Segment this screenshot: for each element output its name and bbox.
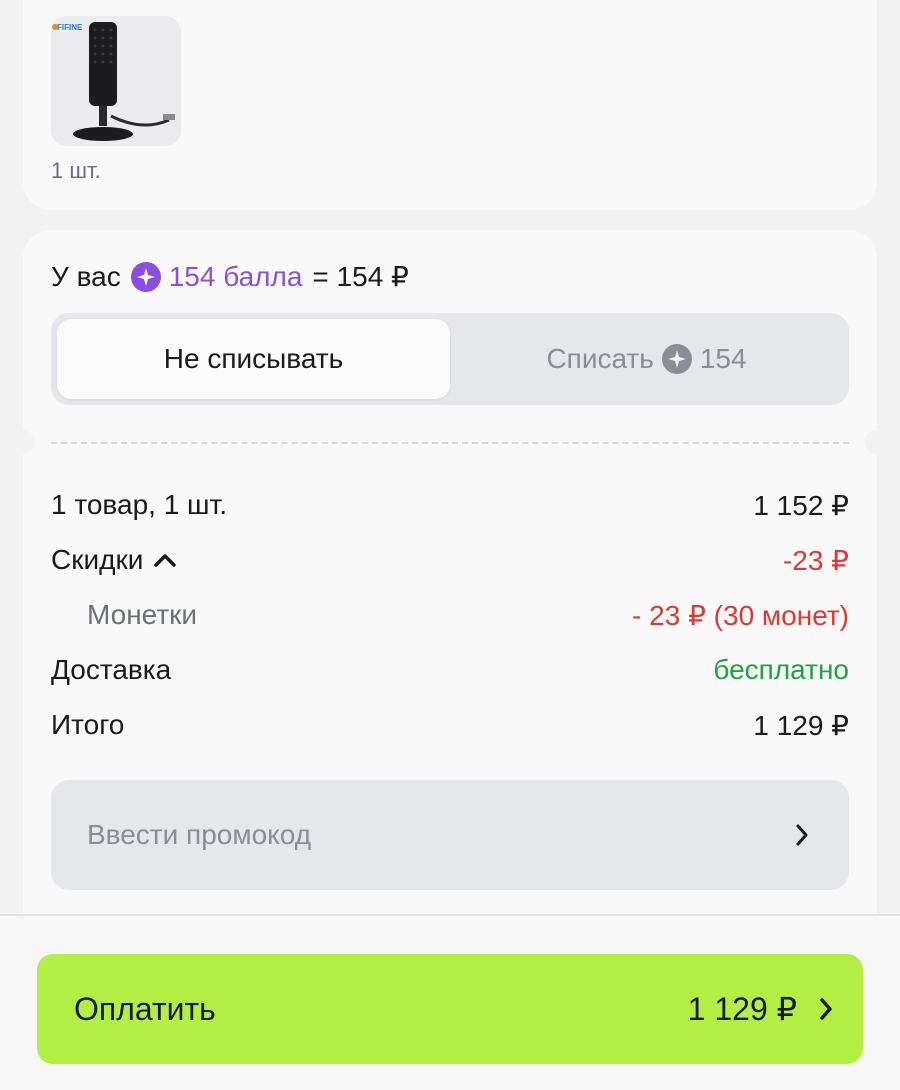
use-points-label: Списать bbox=[546, 343, 654, 374]
chevron-right-icon bbox=[820, 998, 832, 1020]
pay-amount-group: 1 129 ₽ bbox=[688, 990, 833, 1028]
use-points-button[interactable]: Списать 154 bbox=[450, 319, 843, 399]
items-row: 1 товар, 1 шт. 1 152 ₽ bbox=[51, 485, 849, 525]
discounts-row[interactable]: Скидки -23 ₽ bbox=[51, 540, 849, 580]
pay-amount: 1 129 ₽ bbox=[687, 991, 797, 1027]
discounts-toggle[interactable]: Скидки bbox=[51, 544, 177, 576]
points-balance: У вас 154 балла = 154 ₽ bbox=[51, 260, 409, 293]
points-amount: 154 балла bbox=[168, 260, 303, 292]
coins-row: Монетки - 23 ₽ (30 монет) bbox=[51, 595, 849, 635]
delivery-label: Доставка bbox=[51, 654, 172, 685]
total-label: Итого bbox=[51, 709, 125, 740]
dont-use-points-label: Не списывать bbox=[163, 343, 344, 374]
bottom-pay-bar: Оплатить 1 129 ₽ bbox=[0, 914, 900, 1090]
pay-button[interactable]: Оплатить 1 129 ₽ bbox=[37, 954, 863, 1064]
svg-text:FIFINE: FIFINE bbox=[57, 23, 83, 32]
product-thumbnail[interactable]: FIFINE bbox=[51, 16, 181, 146]
star-points-icon bbox=[661, 344, 692, 374]
checkout-summary-card: У вас 154 балла = 154 ₽ Не списывать Спи… bbox=[11, 230, 889, 950]
total-row: Итого 1 129 ₽ bbox=[51, 705, 849, 745]
chevron-right-icon bbox=[796, 824, 808, 846]
dont-use-points-button[interactable]: Не списывать bbox=[57, 319, 450, 399]
discounts-value: -23 ₽ bbox=[782, 544, 849, 576]
points-equals: = 154 ₽ bbox=[312, 261, 409, 292]
points-amount-group: 154 балла bbox=[130, 260, 303, 293]
microphone-product-image: FIFINE bbox=[51, 16, 181, 146]
promo-code-label: Ввести промокод bbox=[87, 819, 312, 850]
dashed-divider bbox=[51, 442, 849, 444]
pay-label: Оплатить bbox=[74, 990, 216, 1027]
product-quantity: 1 шт. bbox=[51, 158, 101, 183]
use-points-amount: 154 bbox=[699, 343, 747, 374]
discounts-label: Скидки bbox=[51, 544, 144, 575]
items-label: 1 товар, 1 шт. bbox=[51, 489, 228, 520]
coins-label: Монетки bbox=[87, 599, 198, 630]
star-points-icon bbox=[130, 261, 161, 292]
ticket-notch-right bbox=[865, 430, 889, 454]
delivery-row: Доставка бесплатно bbox=[51, 650, 849, 690]
total-value: 1 129 ₽ bbox=[753, 709, 849, 741]
product-card: FIFINE 1 шт. bbox=[23, 0, 877, 210]
items-value: 1 152 ₽ bbox=[753, 489, 849, 521]
ticket-notch-left bbox=[11, 430, 35, 454]
promo-code-button[interactable]: Ввести промокод bbox=[51, 780, 849, 890]
points-toggle: Не списывать Списать 154 bbox=[51, 313, 849, 405]
chevron-up-icon bbox=[154, 554, 177, 567]
points-prefix: У вас bbox=[51, 260, 121, 292]
coins-value: - 23 ₽ (30 монет) bbox=[632, 599, 849, 631]
delivery-value: бесплатно bbox=[713, 654, 849, 685]
